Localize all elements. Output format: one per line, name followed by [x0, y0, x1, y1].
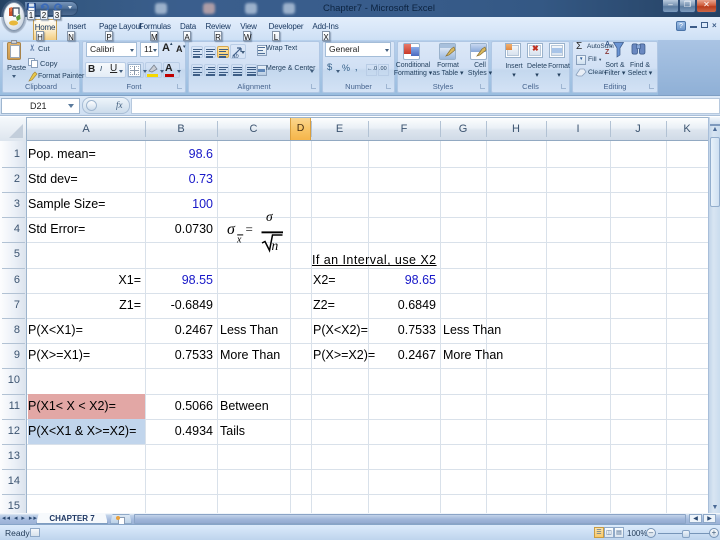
svg-text:n: n	[272, 238, 279, 253]
svg-text:x: x	[236, 235, 242, 246]
svg-text:σ: σ	[227, 221, 236, 238]
svg-text:σ: σ	[266, 209, 274, 224]
svg-text:=: =	[246, 222, 253, 237]
